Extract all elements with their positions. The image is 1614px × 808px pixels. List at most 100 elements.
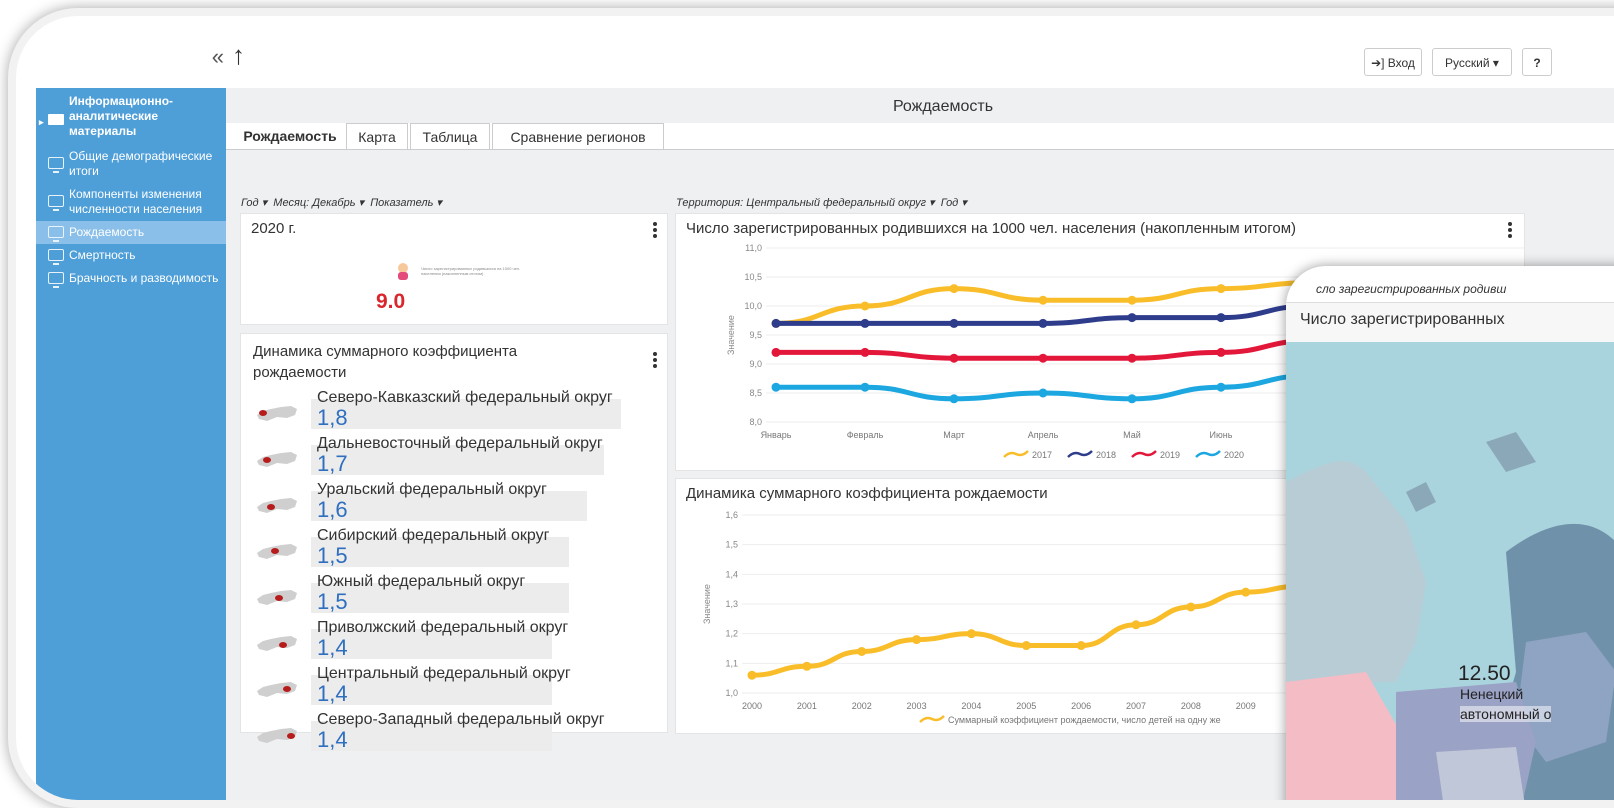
kpi-year: 2020 г. [251, 220, 297, 237]
sidebar-item-general[interactable]: Общие демографические итоги [36, 145, 226, 183]
district-value: 1,4 [317, 681, 348, 706]
legend-label: Суммарный коэффициент рождаемости, число… [948, 715, 1221, 725]
district-value: 1,4 [317, 635, 348, 660]
sidebar-item-label: Информационно-аналитические материалы [69, 94, 174, 138]
sidebar-item-label: Рождаемость [69, 225, 145, 239]
district-name: Северо-Западный федеральный округ [317, 711, 605, 728]
district-name: Центральный федеральный округ [317, 665, 571, 682]
x-tick-label: Март [943, 430, 965, 440]
legend-swatch [919, 715, 945, 723]
sidebar-item-materials[interactable]: ▸ Информационно-аналитические материалы [36, 88, 226, 145]
russia-map-icon [257, 406, 297, 421]
x-tick-label: Май [1123, 430, 1141, 440]
map-region-label: Ненецкий [1460, 686, 1524, 702]
sidebar-item-marriage[interactable]: Брачность и разводимость [36, 267, 226, 290]
x-tick-label: 2000 [742, 701, 762, 711]
sidebar-item-mortality[interactable]: Смертность [36, 244, 226, 267]
data-point [1127, 353, 1137, 363]
overlay-title-bar: Число зарегистрированных [1286, 302, 1614, 344]
tfr-row: Приволжский федеральный округ 1,4 [245, 619, 569, 660]
data-point [1076, 641, 1086, 651]
x-tick-label: Февраль [847, 430, 884, 440]
y-tick-label: 9,5 [749, 330, 762, 340]
tab-map[interactable]: Карта [346, 123, 408, 149]
help-button[interactable]: ? [1522, 48, 1552, 76]
data-point [1216, 284, 1226, 294]
page-title: Рождаемость [892, 98, 994, 115]
russia-map-icon [257, 728, 297, 743]
data-point [1038, 353, 1048, 363]
district-name: Приволжский федеральный округ [317, 619, 569, 636]
tab-compare[interactable]: Сравнение регионов [492, 123, 664, 149]
kebab-menu-icon[interactable] [653, 352, 657, 370]
year-filter[interactable]: Год ▾ [241, 197, 267, 209]
kebab-menu-icon[interactable] [653, 222, 657, 240]
legend-swatch [1195, 450, 1221, 458]
login-button[interactable]: ➔] Вход [1364, 48, 1422, 76]
tab-table[interactable]: Таблица [410, 123, 490, 149]
legend-label: 2020 [1224, 450, 1244, 460]
data-point [1216, 313, 1226, 323]
app-frame: « ▸ Информационно-аналитические материал… [8, 8, 1614, 808]
district-value: 1,4 [317, 727, 348, 752]
district-name: Северо-Кавказский федеральный округ [317, 389, 613, 406]
tfr-row: Северо-Кавказский федеральный округ 1,8 [245, 389, 621, 430]
y-tick-label: 1,3 [725, 599, 738, 609]
data-point [949, 394, 959, 404]
x-tick-label: 2009 [1236, 701, 1256, 711]
map-zoom-overlay: сло зарегистрированных родивш Число заре… [1286, 266, 1614, 800]
data-point [857, 646, 867, 656]
russia-map-icon [257, 544, 297, 559]
year-filter[interactable]: Год ▾ [941, 197, 967, 209]
tab-bar: Рождаемость Карта Таблица Сравнение реги… [226, 123, 1614, 150]
arrow-up-icon[interactable]: ↑ [232, 40, 245, 71]
baby-icon [398, 263, 408, 280]
territory-filter[interactable]: Территория: Центральный федеральный окру… [676, 197, 935, 209]
region-map[interactable] [1286, 342, 1614, 800]
data-point [1131, 620, 1141, 630]
y-tick-label: 9,0 [749, 359, 762, 369]
month-filter[interactable]: Месяц: Декабрь ▾ [273, 197, 364, 209]
legend-swatch [1131, 450, 1157, 458]
legend-label: 2018 [1096, 450, 1116, 460]
data-point [1127, 313, 1137, 323]
x-tick-label: 2005 [1016, 701, 1036, 711]
y-axis-label: Значение [726, 315, 736, 355]
monitor-icon [48, 271, 64, 288]
folder-icon [48, 114, 64, 125]
indicator-filter[interactable]: Показатель ▾ [370, 197, 442, 209]
x-tick-label: Апрель [1028, 430, 1059, 440]
sidebar-item-components[interactable]: Компоненты изменения численности населен… [36, 183, 226, 221]
data-point [1186, 602, 1196, 612]
tab-fertility[interactable]: Рождаемость [234, 123, 346, 149]
right-filter-bar: Территория: Центральный федеральный окру… [676, 196, 967, 209]
x-tick-label: Июнь [1210, 430, 1233, 440]
data-point [966, 629, 976, 639]
sidebar-item-fertility[interactable]: Рождаемость [36, 221, 226, 244]
double-chevron-left-icon[interactable]: « [212, 44, 224, 70]
y-tick-label: 1,6 [725, 510, 738, 520]
tfr-row: Сибирский федеральный округ 1,5 [245, 527, 569, 568]
data-point [1241, 587, 1251, 597]
y-tick-label: 1,2 [725, 629, 738, 639]
data-point [949, 284, 959, 294]
tfr-row: Центральный федеральный округ 1,4 [245, 665, 571, 706]
tfr-row: Южный федеральный округ 1,5 [245, 573, 569, 614]
overlay-subtitle: сло зарегистрированных родивш [1316, 282, 1507, 296]
sidebar: « ▸ Информационно-аналитические материал… [36, 38, 226, 800]
y-tick-label: 10,5 [744, 272, 762, 282]
map-value-label: 12.50 [1458, 662, 1511, 685]
russia-map-icon [257, 682, 297, 697]
tfr-row: Уральский федеральный округ 1,6 [245, 481, 587, 522]
x-tick-label: 2007 [1126, 701, 1146, 711]
data-point [949, 353, 959, 363]
data-point [747, 670, 757, 680]
data-point [771, 347, 781, 357]
russia-map-icon [257, 452, 297, 467]
data-point [1216, 347, 1226, 357]
district-value: 1,7 [317, 451, 348, 476]
language-select[interactable]: Русский ▾ [1432, 48, 1512, 76]
district-value: 1,6 [317, 497, 348, 522]
app: « ▸ Информационно-аналитические материал… [36, 38, 1614, 800]
monitor-icon [48, 225, 64, 242]
